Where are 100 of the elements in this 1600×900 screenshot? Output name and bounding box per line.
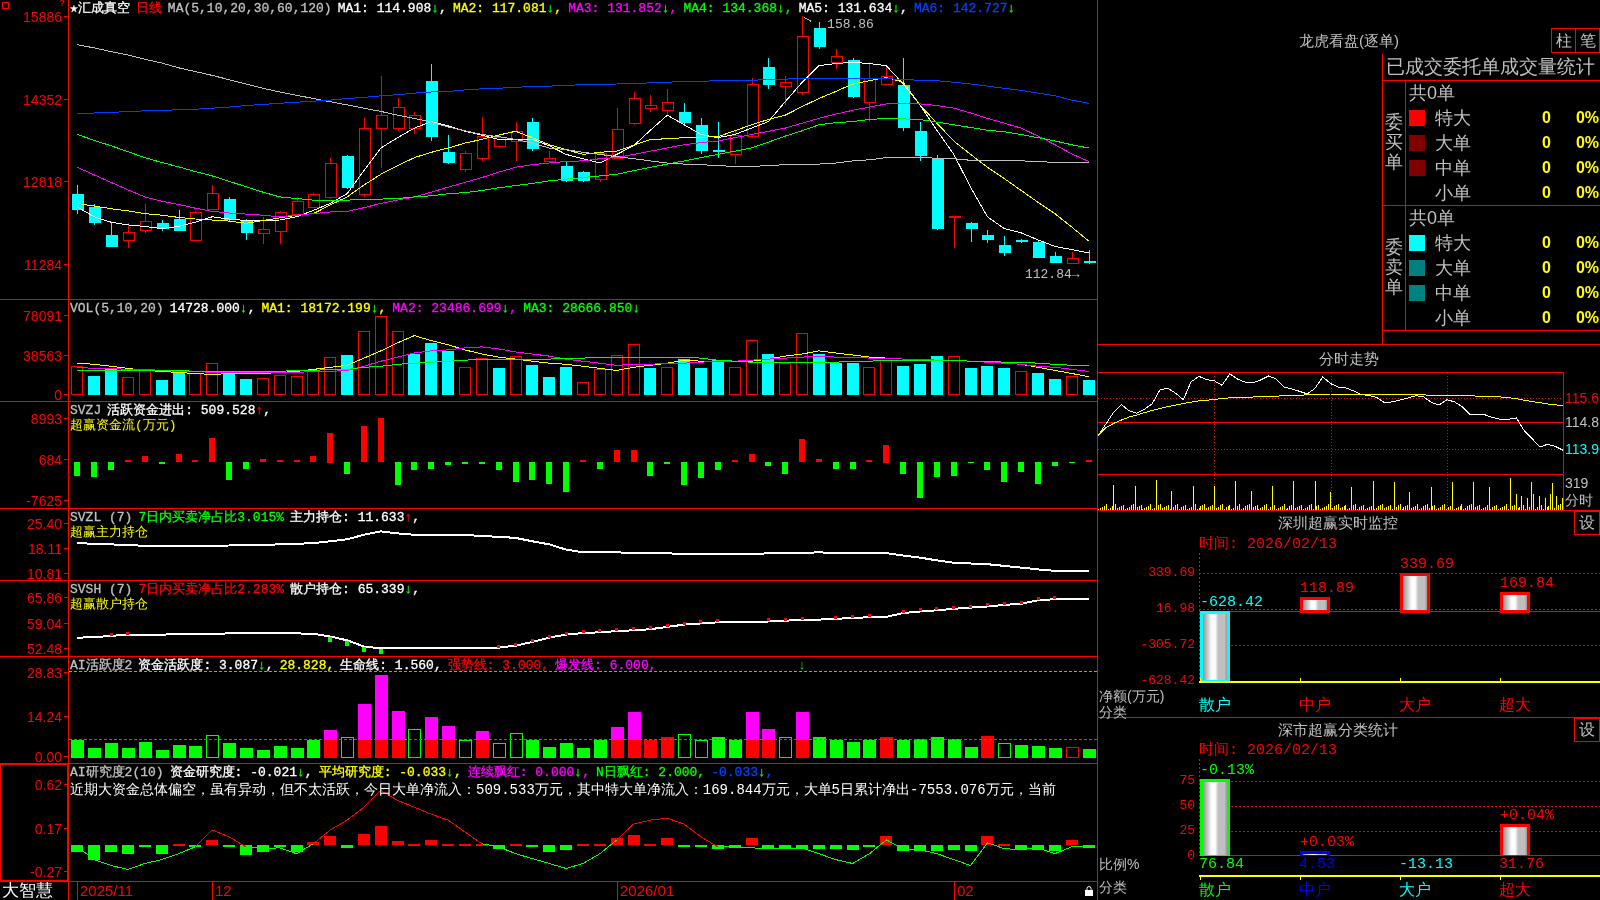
indicator-label: MA3: 28666.850↓ [523,301,641,316]
research-bar [712,845,724,849]
toolbar-button[interactable]: 柱 [1551,28,1576,53]
order-count: 0 [1541,182,1551,203]
rising-candle [729,130,742,165]
panel-title: 龙虎看盘(逐单) [1299,32,1399,51]
research-bar [493,845,505,849]
activity-bar [70,740,84,758]
fund-flow-bar [91,462,97,477]
falling-candle [981,229,994,244]
rising-candle [594,150,607,183]
rising-candle [206,184,219,211]
hollow-activity-bar [205,735,219,758]
volume-bar [965,368,977,395]
falling-candle [695,117,708,155]
axis-label: 11284 [24,257,68,271]
research-bar [981,836,993,845]
volume-bar [644,368,656,395]
fund-flow-bar [1001,462,1007,482]
falling-candle [442,134,455,165]
fund-flow-bar [631,450,637,462]
indicator-label: 强势线: 3.000, [447,658,550,673]
indicator-label: MA1: 114.908↓, [337,1,447,16]
research-bar [105,845,117,852]
volume-bar [1083,380,1095,395]
research-bar [156,845,168,854]
volume-bar [240,379,252,395]
date-label: 02 [954,882,974,900]
research-bar [392,841,404,845]
axis-label: 0.17 [34,821,68,835]
category-label: 散户 [1199,696,1231,715]
rising-candle [274,210,287,245]
research-bar [880,836,892,845]
indicator-label: ★汇成真空 [70,1,130,16]
falling-candle [156,219,169,232]
research-bar [897,845,909,851]
axis-label: 25 [1179,823,1195,838]
research-bar [206,840,218,845]
research-bar [611,838,623,845]
table-title: 已成交委托单成交量统计 [1383,54,1600,81]
research-bar [931,845,943,851]
research-bar [324,836,336,845]
axis-label: 14.24 [26,709,68,723]
fund-flow-bar [850,462,856,469]
volume-bar [560,367,572,395]
order-size-label: 小单 [1434,181,1472,204]
order-percent: 0% [1574,182,1599,203]
activity-bar [441,740,455,758]
rising-candle [476,116,489,162]
volume-axis-label: 319 [1565,475,1590,492]
settings-button[interactable]: 设 [1574,718,1600,742]
order-size-label: 中单 [1434,156,1472,179]
axis-label: 0.00 [34,749,68,763]
rising-candle [863,61,876,123]
hollow-activity-bar [997,743,1011,758]
indicator-label: MA2: 117.081↓, [452,1,563,16]
indicator-label: VOL(5,10,20) [70,301,164,316]
axis-label: 18.11 [28,541,68,555]
research-bar [746,838,758,845]
bar-value-label: -628.42 [1200,593,1263,611]
volume-bar [274,375,286,395]
volume-bar [796,333,808,395]
research-bar [914,845,926,851]
order-percent: 0% [1574,307,1599,328]
falling-candle [1032,239,1045,259]
y-axis-title: 比例% [1099,856,1141,872]
activity-bar [155,750,169,758]
order-size-label: 大单 [1434,257,1472,279]
settings-button[interactable]: 设 [1574,511,1600,535]
category-value: -13.13 [1399,856,1453,875]
fund-flow-bar [411,462,417,470]
axis-label: 16.98 [1156,601,1195,616]
y-axis-title: 净额(万元) [1099,688,1166,704]
activity-bar [896,740,910,758]
activity-bar [138,742,152,758]
volume-bar [139,370,151,395]
fund-flow-bar [799,439,805,462]
chart-date: 时间: 2026/02/13 [1199,536,1339,553]
research-bar [1015,845,1027,849]
toolbar-button[interactable]: 笔 [1575,28,1600,53]
volume-bar [493,368,505,395]
category-label: 中户 [1299,881,1331,899]
axis-label: 28.83 [26,665,68,679]
research-bar [425,840,437,845]
activity-bar [273,746,287,758]
volume-bar [88,376,100,395]
activity-bar [559,743,573,758]
fund-flow-bar [833,462,839,469]
indicator-label: 主力持仓: 11.633↑, [290,510,421,525]
rising-candle [543,150,556,164]
volume-bar [291,376,303,395]
rising-candle [746,77,759,139]
axis-label: 50 [1179,798,1195,813]
lock-icon [1085,886,1093,896]
price-axis-label: 115.6 [1565,390,1599,406]
falling-candle [71,184,84,215]
volume-bar [880,360,892,395]
rising-candle [628,91,641,126]
activity-bar [525,740,539,758]
volume-bar [173,373,185,395]
